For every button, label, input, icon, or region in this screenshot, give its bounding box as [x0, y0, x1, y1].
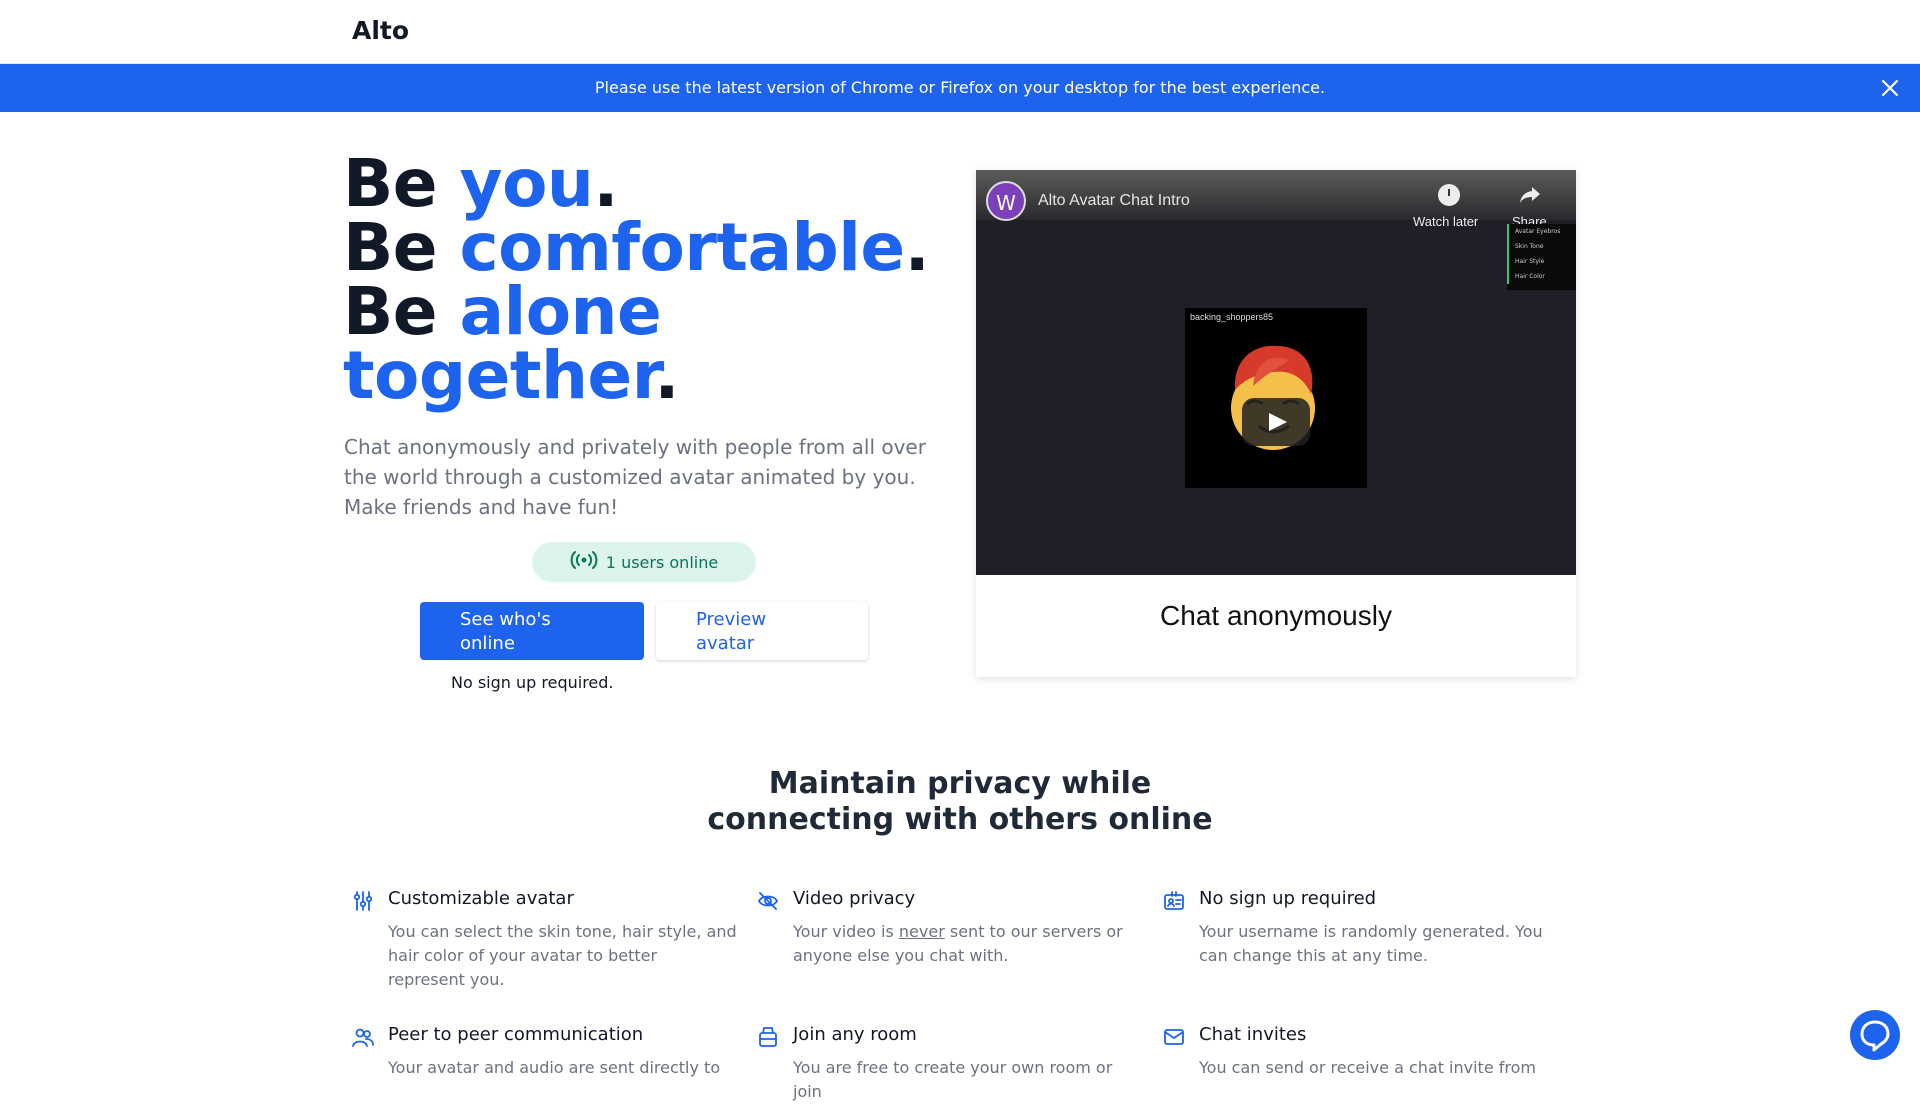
- broadcast-icon: [570, 550, 598, 574]
- help-chat-button[interactable]: [1850, 1010, 1900, 1060]
- banner-text: Please use the latest version of Chrome …: [594, 78, 1326, 97]
- feature-title: Join any room: [793, 1024, 917, 1045]
- menu-item: Skin Tone: [1507, 239, 1576, 254]
- sliders-icon: [352, 890, 374, 912]
- id-card-icon: [1163, 890, 1185, 912]
- feature-text: Your avatar and audio are sent directly …: [388, 1058, 721, 1077]
- feature-text-part: Your video is: [793, 922, 899, 941]
- hero-title: Be you. Be comfortable. Be alone togethe…: [343, 151, 930, 409]
- menu-item: Hair Style: [1507, 254, 1576, 269]
- hero-text: .: [654, 337, 679, 414]
- video-caption: Chat anonymously: [1160, 600, 1392, 631]
- eye-off-icon: [757, 890, 779, 912]
- logo[interactable]: Alto: [352, 16, 409, 45]
- section-title-line: connecting with others online: [707, 802, 1213, 837]
- channel-avatar[interactable]: W: [986, 181, 1026, 221]
- menu-item: Hair Color: [1507, 269, 1576, 284]
- clock-icon[interactable]: [1438, 184, 1460, 206]
- play-button[interactable]: [1242, 398, 1310, 446]
- feature-title: Peer to peer communication: [388, 1024, 644, 1045]
- feature-chat-invites: Chat invites You can send or receive a c…: [1163, 1024, 1536, 1080]
- mail-icon: [1163, 1026, 1185, 1048]
- intro-video-card: W Alto Avatar Chat Intro Watch later Sha…: [976, 170, 1576, 677]
- online-count: 1 users online: [605, 552, 719, 572]
- feature-text: You can select the skin tone, hair style…: [388, 922, 737, 989]
- video-player[interactable]: W Alto Avatar Chat Intro Watch later Sha…: [976, 170, 1576, 575]
- close-icon[interactable]: [1878, 76, 1902, 100]
- feature-text: You are free to create your own room or …: [793, 1058, 1113, 1101]
- share-icon[interactable]: [1518, 184, 1542, 206]
- feature-title: Chat invites: [1199, 1024, 1307, 1045]
- hero-text: .: [904, 209, 930, 286]
- feature-no-sign-up: No sign up required Your username is ran…: [1163, 888, 1543, 998]
- browser-banner: Please use the latest version of Chrome …: [0, 64, 1920, 112]
- preview-avatar-button[interactable]: Preview avatar: [656, 602, 868, 660]
- hero-subtitle: Chat anonymously and privately with peop…: [344, 435, 926, 519]
- online-users-badge: 1 users online: [532, 542, 756, 582]
- see-whos-online-button[interactable]: See who's online: [420, 602, 644, 660]
- top-navbar: Alto: [0, 0, 1920, 64]
- feature-text: Your video is never sent to our servers …: [793, 920, 1143, 968]
- no-signup-note: No sign up required.: [451, 673, 614, 692]
- watch-later-label[interactable]: Watch later: [1413, 214, 1478, 229]
- feature-text: You can send or receive a chat invite fr…: [1199, 1058, 1536, 1077]
- feature-title: Customizable avatar: [388, 888, 574, 909]
- feature-video-privacy: Video privacy Your video is never sent t…: [757, 888, 1123, 998]
- feature-text-emphasis: never: [898, 922, 945, 941]
- feature-peer-to-peer: Peer to peer communication Your avatar a…: [352, 1024, 720, 1080]
- section-title-line: Maintain privacy while: [768, 766, 1152, 801]
- chat-bubble-icon: [1850, 1020, 1900, 1064]
- menu-item: Avatar Eyebros: [1507, 224, 1576, 239]
- feature-text: Your username is randomly generated. You…: [1199, 922, 1543, 965]
- video-avatar-menu: Avatar Eyebros Skin Tone Hair Style Hair…: [1507, 224, 1576, 290]
- inbox-icon: [757, 1026, 779, 1048]
- section-title: Maintain privacy while connecting with o…: [0, 766, 1920, 838]
- feature-title: Video privacy: [793, 888, 916, 909]
- hero-highlight: together: [343, 337, 655, 414]
- feature-title: No sign up required: [1199, 888, 1377, 909]
- feature-join-any-room: Join any room You are free to create you…: [757, 1024, 1117, 1101]
- feature-customizable-avatar: Customizable avatar You can select the s…: [352, 888, 737, 998]
- video-title[interactable]: Alto Avatar Chat Intro: [1038, 192, 1190, 210]
- users-icon: [352, 1026, 374, 1048]
